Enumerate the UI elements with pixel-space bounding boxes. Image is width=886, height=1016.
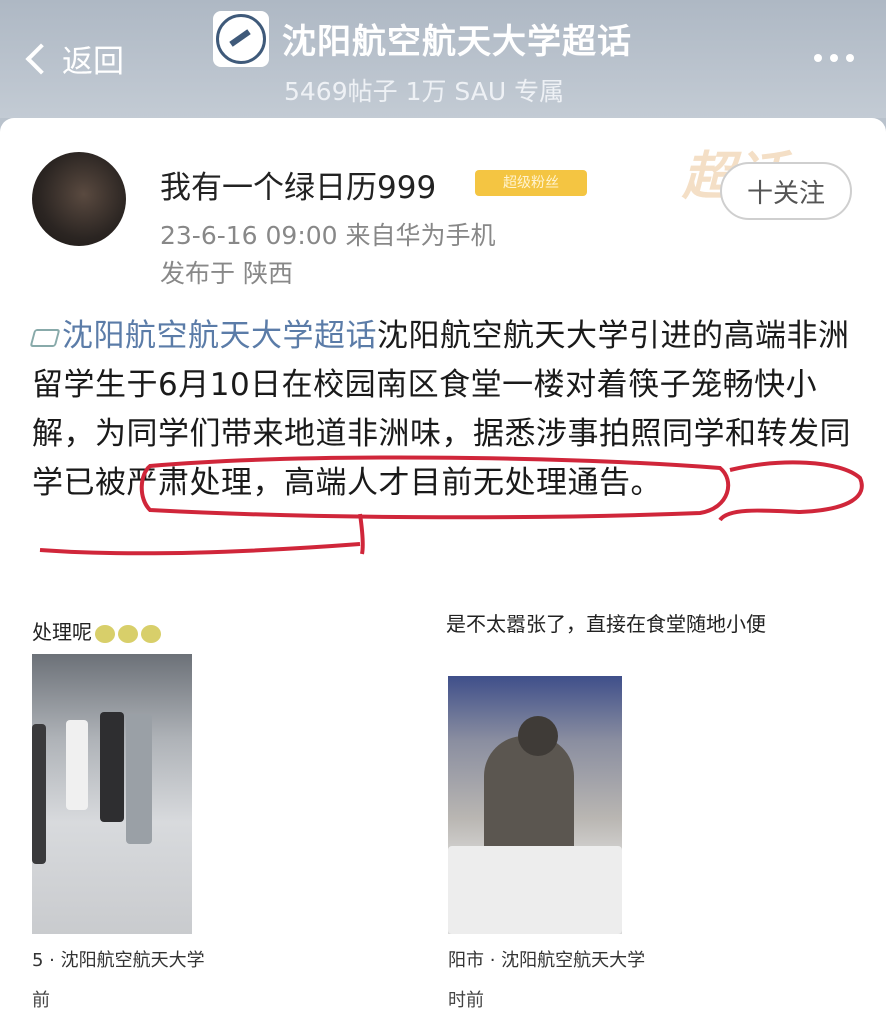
fan-badge: 超级粉丝 — [475, 170, 587, 196]
left-embed-footer-time: 前 — [32, 990, 50, 1011]
page-subtitle: 5469帖子 1万 SAU 专属 — [284, 77, 565, 106]
top-header: 返回 沈阳航空航天大学超话 5469帖子 1万 SAU 专属 — [0, 0, 886, 118]
more-options-icon[interactable] — [814, 54, 854, 62]
left-embed-footer: 5 · 沈阳航空航天大学 — [32, 950, 205, 971]
university-logo — [213, 11, 269, 67]
post-card: 超话 我有一个绿日历999 超级粉丝 23-6-16 09:00 来自华为手机 … — [0, 118, 886, 1016]
back-label: 返回 — [62, 44, 124, 80]
underline-stroke — [39, 513, 365, 556]
topic-icon — [29, 328, 61, 347]
avatar[interactable] — [32, 152, 126, 246]
post-location: 发布于 陕西 — [160, 259, 293, 288]
chevron-left-icon — [25, 42, 57, 75]
right-embed-footer: 阳市 · 沈阳航空航天大学 — [448, 950, 646, 971]
post-body: 沈阳航空航天大学超话沈阳航空航天大学引进的高端非洲留学生于6月10日在校园南区食… — [29, 312, 862, 508]
right-embed-caption: 是不太嚣张了，直接在食堂随地小便 — [446, 612, 766, 636]
right-embed-footer-time: 时前 — [448, 990, 484, 1011]
right-embed-photo[interactable] — [448, 676, 622, 934]
left-embed-photo[interactable] — [32, 654, 192, 934]
topic-link[interactable]: 沈阳航空航天大学超话 — [62, 318, 377, 354]
left-embed-caption: 处理呢 — [32, 616, 161, 645]
username[interactable]: 我有一个绿日历999 — [160, 162, 436, 207]
page-title: 沈阳航空航天大学超话 — [282, 22, 632, 62]
follow-button[interactable]: 十关注 — [720, 162, 852, 220]
back-button[interactable]: 返回 — [22, 36, 124, 81]
post-meta: 23-6-16 09:00 来自华为手机 — [160, 221, 496, 250]
